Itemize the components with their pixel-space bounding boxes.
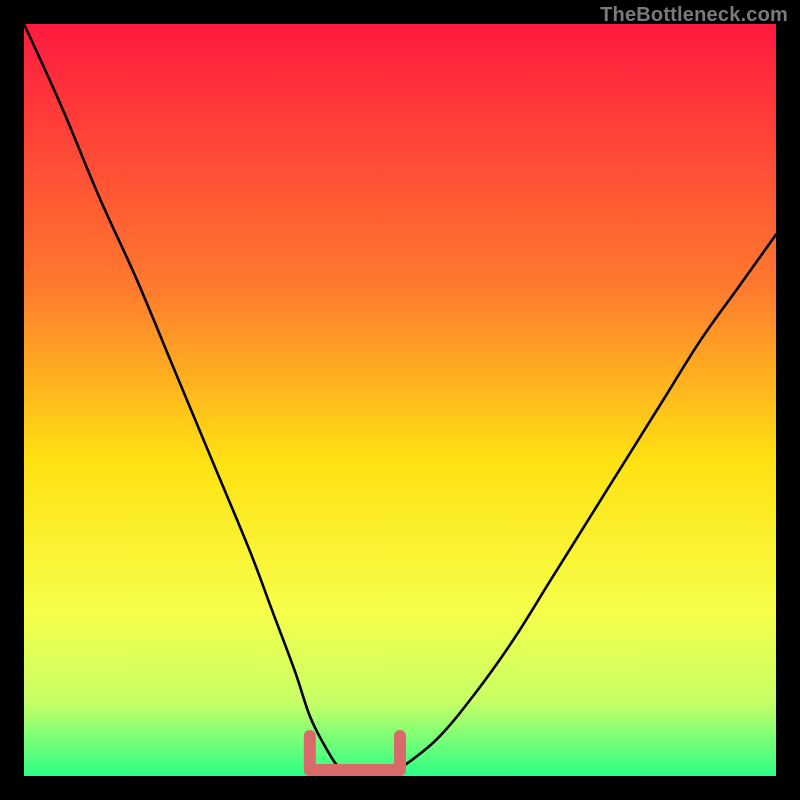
bottleneck-chart (0, 0, 800, 800)
chart-stage: TheBottleneck.com (0, 0, 800, 800)
watermark-text: TheBottleneck.com (600, 4, 788, 27)
